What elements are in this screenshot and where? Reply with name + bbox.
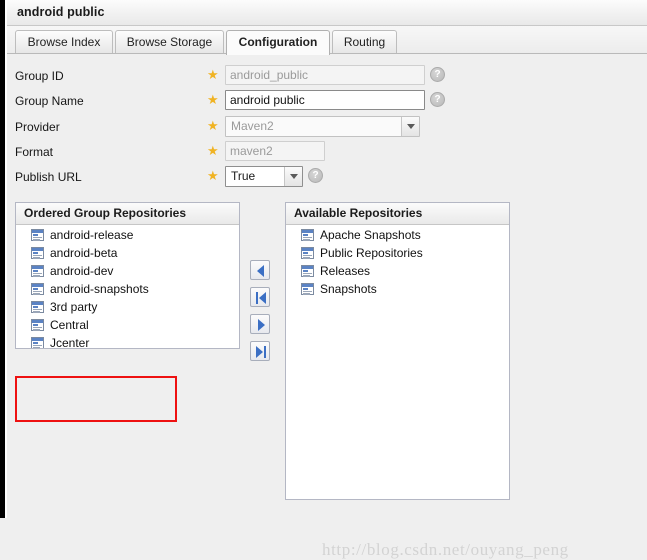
required-star-icon: ★: [207, 170, 219, 182]
nexus-repository-config-window: android public Browse IndexBrowse Storag…: [0, 0, 647, 518]
select-provider[interactable]: Maven2: [225, 116, 420, 137]
move-all-right-button[interactable]: [250, 341, 270, 361]
repository-icon: [31, 319, 44, 331]
ordered-group-repositories-list[interactable]: android-release android-beta android-dev an…: [16, 226, 239, 348]
input-format: [225, 141, 325, 161]
list-item[interactable]: 3rd party: [16, 298, 239, 316]
tab-routing[interactable]: Routing: [332, 30, 397, 54]
label-format: Format: [15, 140, 53, 164]
select-publish-url[interactable]: True: [225, 166, 303, 187]
available-repositories-title: Available Repositories: [286, 203, 509, 225]
list-item-label: Central: [50, 318, 89, 332]
window-title-bar: android public: [7, 0, 647, 26]
list-item-label: android-beta: [50, 246, 117, 260]
help-icon[interactable]: ?: [308, 168, 323, 183]
repository-icon: [301, 265, 314, 277]
form-row-group-name: Group Name ★?: [7, 89, 647, 113]
list-item-label: Public Repositories: [320, 246, 423, 260]
move-left-button[interactable]: [250, 260, 270, 280]
label-group-id: Group ID: [15, 64, 64, 88]
repository-icon: [31, 337, 44, 348]
help-icon[interactable]: ?: [430, 67, 445, 82]
list-item-label: android-release: [50, 228, 133, 242]
list-item[interactable]: Jcenter: [16, 334, 239, 348]
list-item-label: Jcenter: [50, 336, 89, 348]
list-item-label: Apache Snapshots: [320, 228, 421, 242]
required-star-icon: ★: [207, 69, 219, 81]
repository-icon: [31, 247, 44, 259]
list-item-label: android-snapshots: [50, 282, 149, 296]
form-row-format: Format ★: [7, 140, 647, 164]
input-group-name[interactable]: [225, 90, 425, 110]
repository-icon: [31, 301, 44, 313]
move-all-left-button[interactable]: [250, 287, 270, 307]
list-item[interactable]: android-snapshots: [16, 280, 239, 298]
list-item[interactable]: Central: [16, 316, 239, 334]
list-item[interactable]: Public Repositories: [286, 244, 509, 262]
available-repositories-panel: Available Repositories Apache Snapshots P…: [285, 202, 510, 500]
list-item[interactable]: android-beta: [16, 244, 239, 262]
repository-icon: [31, 229, 44, 241]
chevron-down-icon[interactable]: [284, 167, 302, 186]
tab-browse-index[interactable]: Browse Index: [15, 30, 113, 54]
form-row-provider: Provider ★ Maven2: [7, 115, 647, 139]
repository-icon: [301, 247, 314, 259]
form-row-group-id: Group ID ★?: [7, 64, 647, 88]
label-group-name: Group Name: [15, 89, 84, 113]
form-row-publish-url: Publish URL ★ True?: [7, 165, 647, 189]
list-item[interactable]: android-release: [16, 226, 239, 244]
annotation-highlight-box: [15, 376, 177, 422]
help-icon[interactable]: ?: [430, 92, 445, 107]
input-group-id: [225, 65, 425, 85]
tab-bar: Browse IndexBrowse StorageConfigurationR…: [7, 26, 647, 54]
list-item-label: android-dev: [50, 264, 113, 278]
repository-icon: [31, 265, 44, 277]
move-right-button[interactable]: [250, 314, 270, 334]
required-star-icon: ★: [207, 145, 219, 157]
select-value: Maven2: [231, 117, 274, 136]
repository-icon: [301, 283, 314, 295]
configuration-panel: Group ID ★? Group Name ★? Provider ★ Maven2 For…: [7, 54, 647, 518]
list-item[interactable]: android-dev: [16, 262, 239, 280]
repository-icon: [301, 229, 314, 241]
tab-browse-storage[interactable]: Browse Storage: [115, 30, 224, 54]
list-item[interactable]: Apache Snapshots: [286, 226, 509, 244]
watermark-text: http://blog.csdn.net/ouyang_peng: [322, 540, 569, 560]
tab-configuration[interactable]: Configuration: [226, 30, 330, 55]
list-item[interactable]: Releases: [286, 262, 509, 280]
label-provider: Provider: [15, 115, 60, 139]
chevron-down-icon[interactable]: [401, 117, 419, 136]
label-publish-url: Publish URL: [15, 165, 82, 189]
select-value: True: [231, 167, 255, 186]
repository-icon: [31, 283, 44, 295]
page-title: android public: [17, 5, 105, 19]
list-item-label: Releases: [320, 264, 370, 278]
list-item-label: Snapshots: [320, 282, 377, 296]
list-item[interactable]: Snapshots: [286, 280, 509, 298]
ordered-group-repositories-title: Ordered Group Repositories: [16, 203, 239, 225]
available-repositories-list[interactable]: Apache Snapshots Public Repositories Relea…: [286, 226, 509, 499]
list-item-label: 3rd party: [50, 300, 97, 314]
ordered-group-repositories-panel: Ordered Group Repositories android-relea…: [15, 202, 240, 349]
required-star-icon: ★: [207, 94, 219, 106]
required-star-icon: ★: [207, 120, 219, 132]
